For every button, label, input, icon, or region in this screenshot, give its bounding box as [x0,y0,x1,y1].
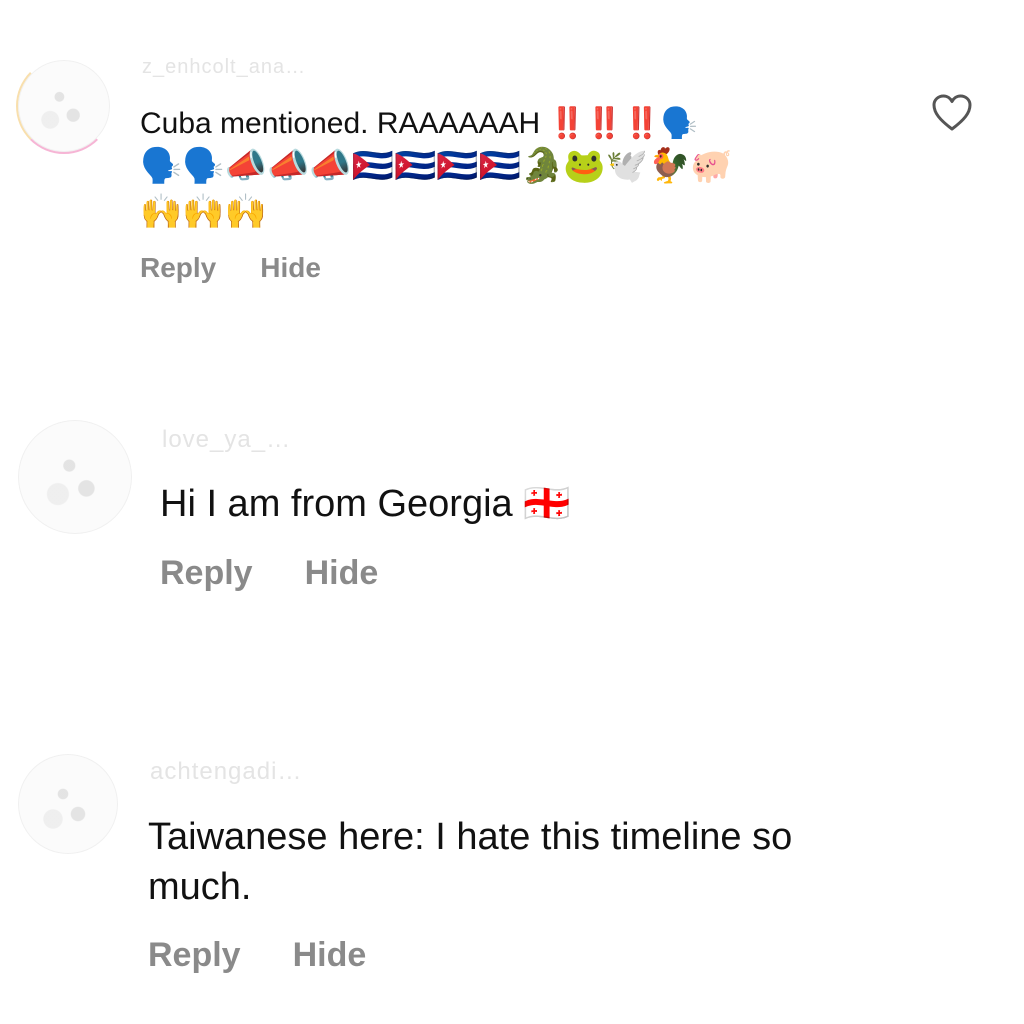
reply-button[interactable]: Reply [160,554,253,593]
comment-actions: Reply Hide [148,936,366,975]
comment-actions: Reply Hide [140,252,321,284]
avatar[interactable] [18,754,118,854]
hide-button[interactable]: Hide [293,936,367,975]
comment-username[interactable]: achtengadi… [150,758,302,786]
comment-item: love_ya_… Hi I am from Georgia 🇬🇪 Reply … [0,400,1024,620]
hide-button[interactable]: Hide [260,252,321,284]
comment-actions: Reply Hide [160,554,378,593]
reply-button[interactable]: Reply [140,252,216,284]
comment-emoji-line: 🗣️🗣️📣📣📣🇨🇺🇨🇺🇨🇺🇨🇺🐊🐸🕊️🐓🐖 [140,146,733,186]
comment-username[interactable]: z_enhcolt_ana… [142,56,306,79]
comment-text: Hi I am from Georgia 🇬🇪 [160,483,571,525]
comment-item: achtengadi… Taiwanese here: I hate this … [0,740,1024,1000]
comment-text: Taiwanese here: I hate this timeline so … [148,816,793,908]
avatar[interactable] [16,58,112,154]
heart-outline-icon[interactable] [932,94,972,132]
avatar[interactable] [18,420,132,534]
comment-item: z_enhcolt_ana… Cuba mentioned. RAAAAAAH … [0,0,1024,300]
comment-username[interactable]: love_ya_… [162,426,291,454]
comment-emoji-line: 🙌🙌🙌 [140,192,268,232]
reply-button[interactable]: Reply [148,936,241,975]
comment-text: Cuba mentioned. RAAAAAAH ‼️‼️‼️🗣️ [140,107,698,140]
hide-button[interactable]: Hide [305,554,379,593]
